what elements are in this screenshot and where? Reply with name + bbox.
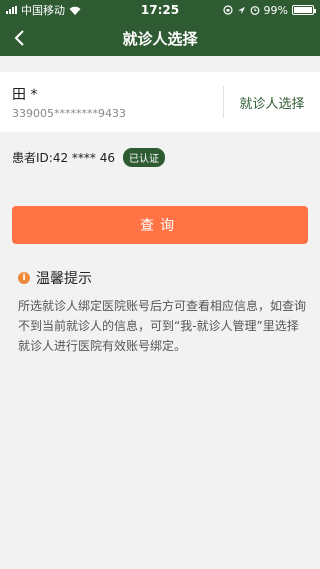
patient-info: 田 * 339005********9433 — [0, 84, 223, 120]
patient-card: 田 * 339005********9433 就诊人选择 — [0, 72, 320, 132]
nav-bar: 就诊人选择 — [0, 20, 320, 56]
lock-rotation-icon — [222, 5, 233, 15]
tips-title: 温馨提示 — [36, 271, 92, 287]
verified-badge: 已认证 — [123, 147, 165, 167]
patient-id: 患者ID:42 **** 46 — [12, 150, 115, 165]
patient-name: 田 * — [12, 87, 38, 103]
chevron-left-icon — [14, 30, 24, 46]
tips-body: 所选就诊人绑定医院账号后方可查看相应信息，如查询 不到当前就诊人的信息，可到“我… — [18, 299, 307, 353]
patient-id-card: 339005********9433 — [12, 107, 126, 120]
alarm-icon — [250, 6, 259, 15]
info-icon: i — [18, 272, 30, 284]
tips-section: i 温馨提示 所选就诊人绑定医院账号后方可查看相应信息，如查询 不到当前就诊人的… — [0, 244, 320, 356]
location-icon — [237, 6, 245, 14]
query-area: 查询 i 温馨提示 所选就诊人绑定医院账号后方可查看相应信息，如查询 不到当前就… — [0, 182, 320, 356]
select-patient-button[interactable]: 就诊人选择 — [224, 93, 320, 112]
page-title: 就诊人选择 — [122, 29, 198, 48]
battery-icon — [292, 5, 316, 15]
signal-icon — [6, 6, 17, 14]
header: 中国移动 17:25 99% 就诊人选择 — [0, 0, 320, 56]
battery-percent: 99% — [263, 3, 288, 17]
wifi-icon — [69, 6, 81, 15]
query-button[interactable]: 查询 — [12, 206, 308, 244]
back-button[interactable] — [4, 20, 34, 56]
patient-id-row: 患者ID:42 **** 46 已认证 — [0, 132, 320, 182]
carrier-label: 中国移动 — [21, 4, 65, 17]
status-bar: 中国移动 17:25 99% — [0, 0, 320, 20]
